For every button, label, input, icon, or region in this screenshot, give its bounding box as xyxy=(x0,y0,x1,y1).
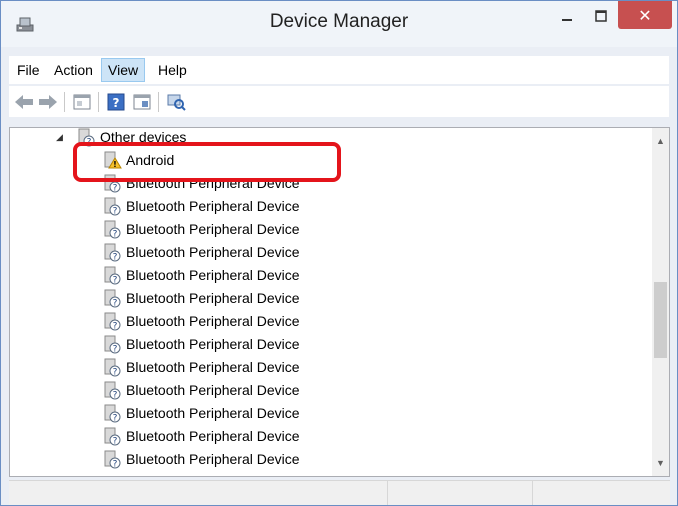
properties-icon xyxy=(73,94,91,110)
svg-text:?: ? xyxy=(113,276,118,286)
status-cell xyxy=(387,481,388,505)
unknown-device-icon: ? xyxy=(104,335,121,355)
svg-text:?: ? xyxy=(113,96,120,110)
minimize-button[interactable] xyxy=(551,1,583,31)
tree-item-device[interactable]: ? Bluetooth Peripheral Device xyxy=(102,448,300,470)
menu-file[interactable]: File xyxy=(11,58,46,82)
svg-text:?: ? xyxy=(113,253,118,263)
toggle-view-button[interactable] xyxy=(131,91,153,113)
unknown-device-icon: ? xyxy=(104,358,121,378)
tree-item-device[interactable]: ? Bluetooth Peripheral Device xyxy=(102,379,300,401)
scan-hardware-button[interactable] xyxy=(165,91,187,113)
close-button[interactable]: ✕ xyxy=(618,1,672,29)
status-cell xyxy=(532,481,533,505)
device-label: Bluetooth Peripheral Device xyxy=(126,313,300,329)
unknown-device-icon: ? xyxy=(104,450,121,470)
minimize-icon xyxy=(562,19,572,21)
status-bar xyxy=(9,480,670,505)
tree-item-device[interactable]: ? Bluetooth Peripheral Device xyxy=(102,402,300,424)
tree-item-device[interactable]: ? Bluetooth Peripheral Device xyxy=(102,218,300,240)
unknown-device-icon: ? xyxy=(104,381,121,401)
tree-item-device[interactable]: ? Bluetooth Peripheral Device xyxy=(102,356,300,378)
help-icon: ? xyxy=(107,93,125,111)
back-button[interactable] xyxy=(13,91,35,113)
device-label: Bluetooth Peripheral Device xyxy=(126,428,300,444)
device-label: Bluetooth Peripheral Device xyxy=(126,267,300,283)
tree-item-device[interactable]: ? Bluetooth Peripheral Device xyxy=(102,241,300,263)
svg-text:?: ? xyxy=(113,414,118,424)
forward-button[interactable] xyxy=(37,91,59,113)
unknown-device-icon: ? xyxy=(104,243,121,263)
svg-text:?: ? xyxy=(113,391,118,401)
svg-text:?: ? xyxy=(113,230,118,240)
menu-view[interactable]: View xyxy=(101,58,146,82)
maximize-button[interactable] xyxy=(585,1,617,31)
title-bar[interactable]: Device Manager ✕ xyxy=(1,1,677,47)
help-button[interactable]: ? xyxy=(105,91,127,113)
unknown-device-icon: ? xyxy=(104,266,121,286)
unknown-device-icon: ? xyxy=(104,197,121,217)
unknown-device-icon: ? xyxy=(104,427,121,447)
menu-action[interactable]: Action xyxy=(48,58,99,82)
svg-text:?: ? xyxy=(113,460,118,470)
svg-text:?: ? xyxy=(113,207,118,217)
forward-arrow-icon xyxy=(39,95,57,109)
properties-button[interactable] xyxy=(71,91,93,113)
device-label: Bluetooth Peripheral Device xyxy=(126,405,300,421)
scroll-up-arrow-icon[interactable]: ▲ xyxy=(652,132,669,149)
collapse-arrow-icon[interactable]: ◢ xyxy=(56,128,66,148)
device-tree-panel: ◢ ? Other devices ! Android ? Bluetooth … xyxy=(9,127,670,477)
toolbar: ? xyxy=(9,86,669,117)
menu-bar: File Action View Help xyxy=(9,56,669,84)
scroll-down-arrow-icon[interactable]: ▼ xyxy=(652,454,669,471)
toolbar-separator xyxy=(64,92,65,112)
close-icon: ✕ xyxy=(638,5,652,25)
svg-text:?: ? xyxy=(113,299,118,309)
svg-text:?: ? xyxy=(113,345,118,355)
unknown-device-icon: ? xyxy=(104,312,121,332)
tree-item-device[interactable]: ? Bluetooth Peripheral Device xyxy=(102,287,300,309)
device-label: Bluetooth Peripheral Device xyxy=(126,336,300,352)
highlight-annotation xyxy=(73,142,341,182)
toolbar-separator xyxy=(158,92,159,112)
svg-text:?: ? xyxy=(113,368,118,378)
svg-text:?: ? xyxy=(113,437,118,447)
toolbar-separator xyxy=(98,92,99,112)
device-label: Bluetooth Peripheral Device xyxy=(126,244,300,260)
device-label: Bluetooth Peripheral Device xyxy=(126,382,300,398)
menu-help[interactable]: Help xyxy=(152,58,193,82)
svg-text:?: ? xyxy=(113,184,118,194)
tree-item-device[interactable]: ? Bluetooth Peripheral Device xyxy=(102,264,300,286)
tree-item-device[interactable]: ? Bluetooth Peripheral Device xyxy=(102,195,300,217)
tree-item-device[interactable]: ? Bluetooth Peripheral Device xyxy=(102,425,300,447)
device-manager-window: Device Manager ✕ File Action View Help ? xyxy=(0,0,678,506)
unknown-device-icon: ? xyxy=(104,220,121,240)
vertical-scrollbar[interactable]: ▲ ▼ xyxy=(652,128,669,476)
scan-hardware-icon xyxy=(167,94,186,111)
tree-item-device[interactable]: ? Bluetooth Peripheral Device xyxy=(102,333,300,355)
device-label: Bluetooth Peripheral Device xyxy=(126,359,300,375)
unknown-device-icon: ? xyxy=(104,289,121,309)
tree-item-device[interactable]: ? Bluetooth Peripheral Device xyxy=(102,310,300,332)
unknown-device-icon: ? xyxy=(104,404,121,424)
device-label: Bluetooth Peripheral Device xyxy=(126,451,300,467)
maximize-icon xyxy=(595,10,607,22)
device-label: Bluetooth Peripheral Device xyxy=(126,198,300,214)
svg-text:?: ? xyxy=(113,322,118,332)
device-label: Bluetooth Peripheral Device xyxy=(126,290,300,306)
device-label: Bluetooth Peripheral Device xyxy=(126,221,300,237)
toggle-view-icon xyxy=(133,94,151,110)
back-arrow-icon xyxy=(15,95,33,109)
scrollbar-thumb[interactable] xyxy=(654,282,667,358)
